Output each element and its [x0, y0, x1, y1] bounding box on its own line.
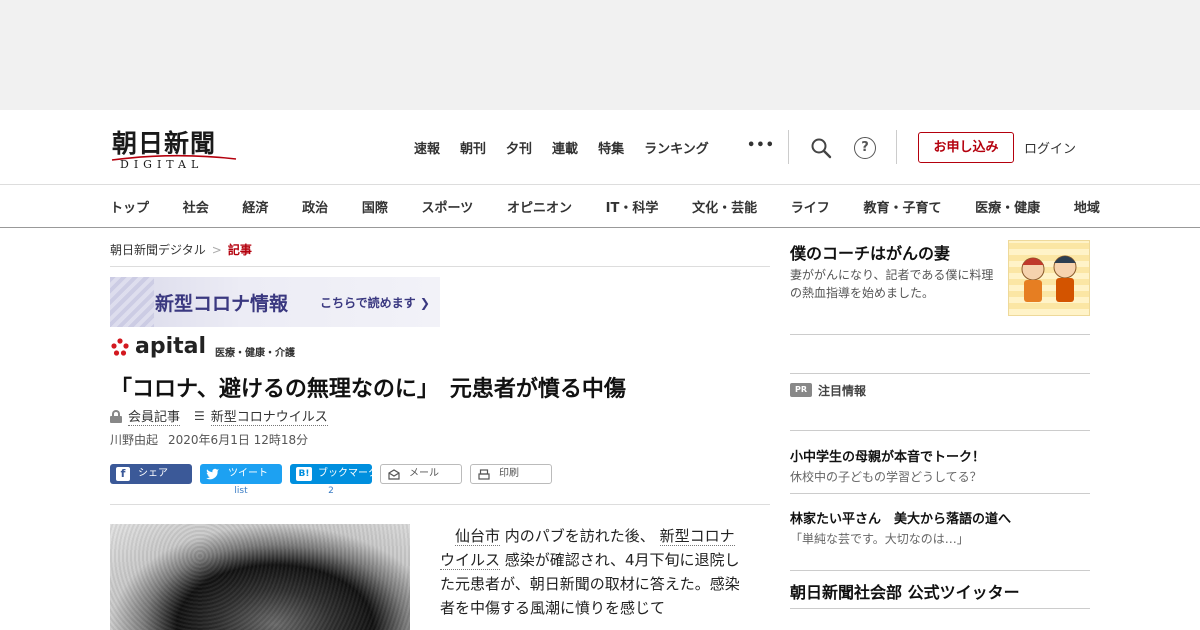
subscribe-button[interactable]: お申し込み	[918, 132, 1014, 163]
topnav-item-series[interactable]: 連載	[552, 138, 578, 157]
article-body: 仙台市 内のパブを訪れた後、 新型コロナウイルス 感染が確認され、4月下旬に退院…	[440, 524, 746, 620]
keyword-link-sendai[interactable]: 仙台市	[455, 527, 501, 546]
divider	[790, 430, 1090, 431]
topnav-item-morning[interactable]: 朝刊	[460, 138, 486, 157]
category-society[interactable]: 社会	[183, 197, 209, 216]
top-nav: 速報 朝刊 夕刊 連載 特集 ランキング	[414, 138, 709, 157]
twitter-share-label: ツイート	[228, 468, 268, 479]
pr-item-title[interactable]: 小中学生の母親が本音でトーク！	[790, 446, 985, 465]
sidebar: 僕のコーチはがんの妻 妻ががんになり、記者である僕に料理の熱血指導を始めました。…	[790, 228, 1090, 630]
member-article-link[interactable]: 会員記事	[128, 406, 181, 426]
facebook-share-button[interactable]: f シェア	[110, 464, 192, 484]
hatena-bookmark-label: ブックマーク	[318, 468, 378, 479]
print-label: 印刷	[499, 468, 519, 479]
pr-item-subtitle: 「単純な芸です。大切なのは…」	[790, 532, 969, 546]
breadcrumb-separator: >	[211, 243, 222, 257]
topnav-item-ranking[interactable]: ランキング	[644, 138, 709, 157]
divider	[790, 373, 1090, 374]
hatena-bookmark-icon: B!	[296, 467, 312, 481]
topnav-item-breaking[interactable]: 速報	[414, 138, 440, 157]
hatena-bookmark-button[interactable]: B! ブックマーク	[290, 464, 378, 484]
lock-icon	[110, 409, 122, 423]
category-sports[interactable]: スポーツ	[422, 197, 474, 216]
divider	[110, 504, 770, 505]
banner-link[interactable]: こちらで読めます ❯	[320, 294, 430, 311]
category-culture[interactable]: 文化・芸能	[692, 197, 757, 216]
twitter-count-link[interactable]: list	[200, 486, 282, 496]
category-local[interactable]: 地域	[1074, 197, 1100, 216]
ad-banner-area	[0, 0, 1200, 110]
site-header: 朝日新聞 DIGITAL 速報 朝刊 夕刊 連載 特集 ランキング ••• ? …	[110, 110, 1090, 184]
article-photo-virus[interactable]	[110, 524, 410, 630]
category-nav: トップ 社会 経済 政治 国際 スポーツ オピニオン IT・科学 文化・芸能 ラ…	[0, 184, 1200, 228]
pr-item-subtitle: 休校中の子どもの学習どうしてる？	[790, 470, 982, 484]
apital-category: 医療・健康・介護	[215, 348, 295, 359]
share-buttons: f シェア ツイート B! ブックマーク メール 印刷 list 2	[110, 464, 570, 500]
twitter-icon	[206, 468, 219, 480]
login-link[interactable]: ログイン	[1024, 138, 1076, 157]
category-top[interactable]: トップ	[110, 197, 149, 216]
pr-section-label: 注目情報	[818, 384, 867, 398]
hatena-count-link[interactable]: 2	[290, 486, 372, 496]
breadcrumb-current: 記事	[227, 243, 252, 257]
topnav-item-evening[interactable]: 夕刊	[506, 138, 532, 157]
breadcrumb-home[interactable]: 朝日新聞デジタル	[110, 243, 206, 257]
twitter-section-title[interactable]: 朝日新聞社会部 公式ツイッター	[790, 579, 1020, 603]
more-menu-icon[interactable]: •••	[747, 138, 775, 153]
search-icon[interactable]	[810, 137, 832, 159]
publish-date: 2020年6月1日 12時18分	[168, 433, 309, 447]
pr-badge: PR	[790, 383, 812, 397]
pr-item-title[interactable]: 林家たい平さん 美大から落語の道へ	[790, 508, 1011, 527]
divider	[110, 266, 770, 267]
article-text: 内のパブを訪れた後、	[504, 527, 655, 545]
byline: 川野由起 2020年6月1日 12時18分	[110, 431, 308, 448]
divider	[790, 570, 1090, 571]
facebook-icon: f	[116, 467, 130, 481]
divider	[896, 130, 897, 164]
article-main: 朝日新聞デジタル > 記事 新型コロナ情報 こちらで読めます ❯ apital 医療…	[110, 228, 770, 630]
topnav-item-features[interactable]: 特集	[598, 138, 624, 157]
asahi-digital-logo[interactable]: 朝日新聞 DIGITAL	[110, 124, 242, 171]
divider	[790, 493, 1090, 494]
corona-info-banner[interactable]: 新型コロナ情報 こちらで読めます ❯	[110, 277, 440, 327]
list-icon: ☰	[194, 409, 205, 423]
author-name: 川野由起	[110, 433, 159, 447]
banner-title: 新型コロナ情報	[155, 293, 289, 315]
breadcrumb: 朝日新聞デジタル > 記事	[110, 241, 252, 258]
print-icon	[478, 469, 490, 480]
feature-title[interactable]: 僕のコーチはがんの妻	[790, 240, 950, 264]
help-icon[interactable]: ?	[854, 137, 876, 159]
category-life[interactable]: ライフ	[791, 197, 830, 216]
topic-link[interactable]: 新型コロナウイルス	[210, 406, 328, 426]
article-meta: 会員記事 ☰ 新型コロナウイルス	[110, 406, 328, 426]
feature-description: 妻ががんになり、記者である僕に料理の熱血指導を始めました。	[790, 268, 994, 300]
facebook-share-label: シェア	[138, 468, 168, 479]
apital-brand[interactable]: apital	[135, 334, 206, 359]
category-opinion[interactable]: オピニオン	[507, 197, 572, 216]
article-paragraph: 仙台市 内のパブを訪れた後、 新型コロナウイルス 感染が確認され、4月下旬に退院…	[440, 524, 746, 620]
mail-icon	[388, 469, 400, 480]
divider	[790, 334, 1090, 335]
article-headline: 「コロナ、避けるの無理なのに」 元患者が憤る中傷	[110, 377, 626, 402]
illustration-couple-icon	[1021, 255, 1077, 302]
mail-share-button[interactable]: メール	[380, 464, 462, 484]
mail-share-label: メール	[409, 468, 439, 479]
category-education[interactable]: 教育・子育て	[863, 197, 941, 216]
category-health[interactable]: 医療・健康	[975, 197, 1040, 216]
twitter-share-button[interactable]: ツイート	[200, 464, 282, 484]
category-it-science[interactable]: IT・科学	[606, 197, 659, 216]
category-economy[interactable]: 経済	[242, 197, 268, 216]
divider	[790, 608, 1090, 609]
apital-logo-icon	[111, 338, 129, 356]
category-international[interactable]: 国際	[362, 197, 388, 216]
feature-illustration[interactable]	[1008, 240, 1090, 316]
divider	[788, 130, 789, 164]
category-politics[interactable]: 政治	[302, 197, 328, 216]
banner-decoration	[110, 277, 154, 327]
print-button[interactable]: 印刷	[470, 464, 552, 484]
